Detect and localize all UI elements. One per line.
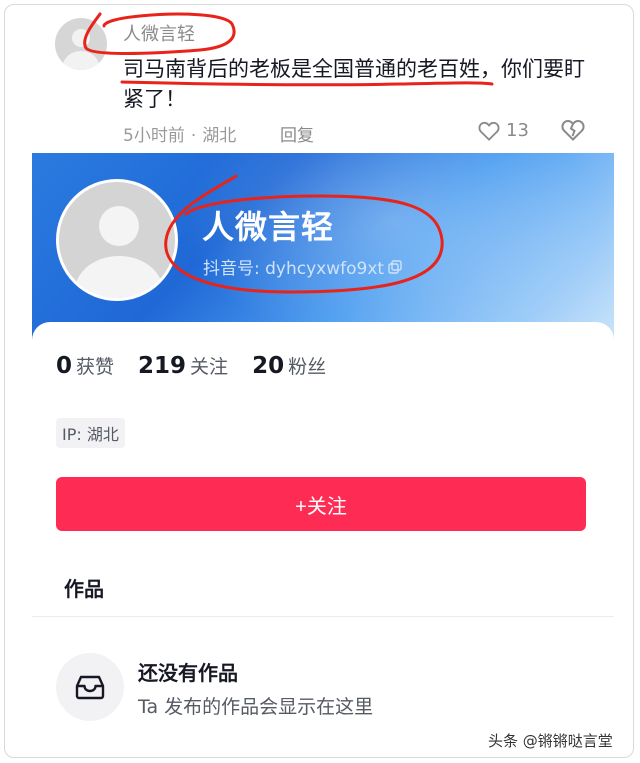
section-divider (32, 616, 614, 617)
stat-followers-value: 20 (252, 353, 285, 379)
avatar-placeholder-body (75, 256, 163, 298)
stat-likes-value: 0 (56, 353, 73, 379)
reply-button[interactable]: 回复 (280, 121, 314, 146)
stat-followers-label: 粉丝 (288, 356, 327, 378)
broken-heart-icon (561, 120, 585, 141)
profile-name: 人微言轻 (202, 208, 335, 246)
comment-username[interactable]: 人微言轻 (123, 20, 195, 46)
douyin-id[interactable]: 抖音号: dyhcyxwfo9xt (203, 254, 402, 279)
works-tab[interactable]: 作品 (64, 573, 104, 602)
copy-icon[interactable] (388, 259, 402, 274)
watermark: 头条 @锵锵哒言堂 (488, 732, 613, 750)
avatar-placeholder-head (72, 29, 90, 47)
empty-state-subtitle: Ta 发布的作品会显示在这里 (138, 696, 374, 718)
comment-meta: 5小时前 · 湖北 (123, 121, 236, 146)
stat-following-label: 关注 (190, 356, 229, 378)
inbox-icon (56, 653, 124, 721)
douyin-id-text: 抖音号: dyhcyxwfo9xt (203, 259, 385, 279)
meta-separator: · (190, 126, 197, 146)
profile-avatar[interactable] (56, 179, 178, 301)
stat-likes[interactable]: 0 获赞 (56, 352, 114, 379)
comment-text: 司马南背后的老板是全国普通的老百姓，你们要盯紧了！ (123, 57, 585, 111)
stat-followers[interactable]: 20 粉丝 (252, 352, 326, 379)
comment-location: 湖北 (202, 126, 237, 146)
comment-time: 5小时前 (123, 126, 185, 146)
profile-stats: 0 获赞 219 关注 20 粉丝 (56, 352, 350, 379)
stat-following[interactable]: 219 关注 (138, 352, 228, 379)
heart-icon (478, 121, 500, 141)
ip-location-tag: IP: 湖北 (56, 418, 125, 448)
like-button[interactable]: 13 (478, 120, 529, 141)
follow-button[interactable]: +关注 (56, 477, 586, 531)
dislike-button[interactable] (561, 119, 585, 145)
avatar-placeholder-body (63, 51, 99, 70)
stat-following-value: 219 (138, 353, 187, 379)
comment-avatar[interactable] (55, 18, 107, 70)
avatar-placeholder-head (99, 206, 139, 246)
empty-state-title: 还没有作品 (138, 661, 238, 685)
like-count: 13 (506, 120, 529, 141)
stat-likes-label: 获赞 (76, 356, 115, 378)
